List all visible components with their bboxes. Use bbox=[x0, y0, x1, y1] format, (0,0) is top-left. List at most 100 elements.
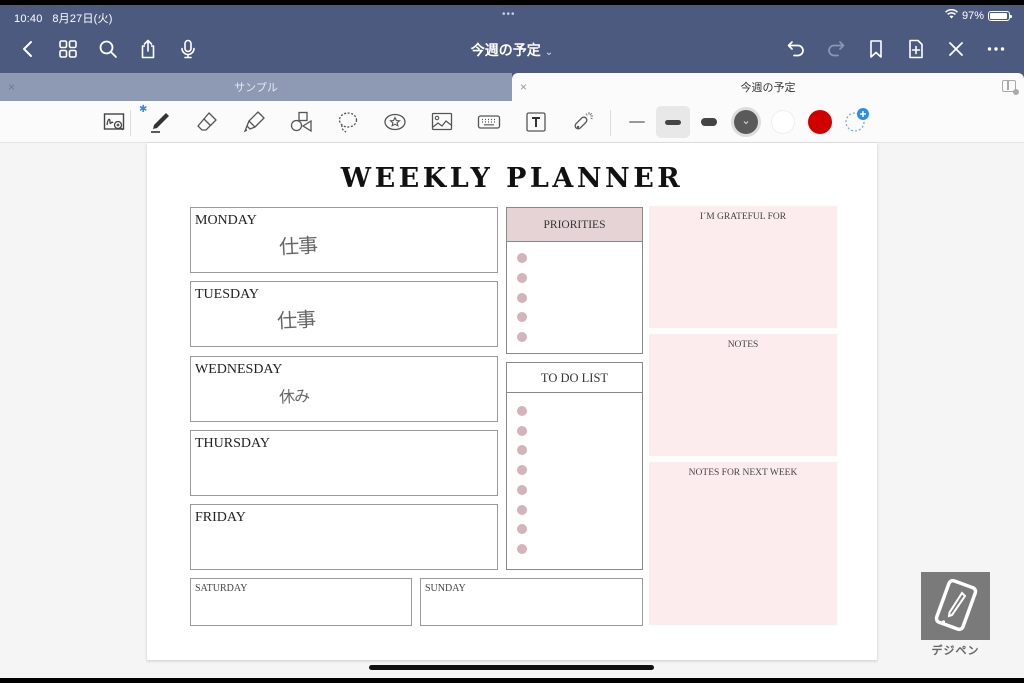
add-page-icon bbox=[909, 39, 923, 59]
tab-label: サンプル bbox=[234, 82, 278, 94]
eraser-icon bbox=[197, 112, 217, 131]
microphone-icon bbox=[181, 39, 195, 59]
search-button[interactable] bbox=[88, 35, 128, 63]
list-bullet bbox=[517, 484, 527, 495]
grid-view-button[interactable] bbox=[48, 35, 88, 63]
color-swatch-dark-gray[interactable] bbox=[734, 110, 758, 134]
day-box-sunday[interactable]: SUNDAY bbox=[420, 578, 643, 626]
keyboard-tool[interactable] bbox=[474, 107, 504, 137]
highlighter-tool[interactable] bbox=[239, 107, 269, 137]
text-tool[interactable] bbox=[521, 107, 551, 137]
medium-stroke-icon bbox=[665, 119, 681, 125]
todo-list-header: TO DO LIST bbox=[507, 363, 642, 393]
day-label: SUNDAY bbox=[425, 583, 466, 594]
close-document-button[interactable] bbox=[936, 35, 976, 63]
share-button[interactable] bbox=[128, 35, 168, 63]
keyboard-icon bbox=[477, 115, 501, 129]
day-label: MONDAY bbox=[195, 213, 257, 228]
tab-sample[interactable]: × サンプル bbox=[0, 73, 512, 101]
list-bullet bbox=[517, 253, 527, 263]
grateful-for-box[interactable]: I´M GRATEFUL FOR bbox=[649, 206, 837, 328]
grid-icon bbox=[59, 40, 77, 58]
lasso-icon bbox=[338, 112, 358, 133]
tab-label: 今週の予定 bbox=[740, 82, 796, 94]
day-box-saturday[interactable]: SATURDAY bbox=[190, 578, 412, 626]
sticker-icon bbox=[384, 113, 406, 131]
laser-pointer-tool[interactable] bbox=[568, 107, 598, 137]
home-indicator[interactable] bbox=[369, 665, 654, 670]
tab-close-icon[interactable]: × bbox=[8, 80, 15, 94]
tab-bar: × サンプル × 今週の予定 bbox=[0, 71, 1024, 101]
highlighter-icon bbox=[243, 111, 265, 133]
list-bullet bbox=[517, 406, 527, 416]
image-tool[interactable] bbox=[427, 107, 457, 137]
drawing-toolbar: ✱ bbox=[0, 101, 1024, 143]
handwritten-note: 仕事 bbox=[278, 233, 318, 259]
clock-time: 10:40 bbox=[14, 13, 43, 25]
tab-weekly-schedule[interactable]: × 今週の予定 bbox=[512, 73, 1024, 101]
shapes-tool[interactable] bbox=[286, 107, 316, 137]
wifi-icon bbox=[945, 9, 958, 22]
redo-button[interactable] bbox=[816, 35, 856, 63]
day-box-friday[interactable]: FRIDAY bbox=[190, 504, 498, 570]
document-canvas[interactable]: WEEKLY PLANNER MONDAY 仕事 TUESDAY 仕事 WEDN… bbox=[0, 143, 1024, 678]
add-color-button[interactable] bbox=[844, 108, 869, 134]
back-button[interactable] bbox=[8, 35, 48, 63]
priorities-box[interactable]: PRIORITIES bbox=[506, 207, 643, 354]
elements-tool[interactable] bbox=[380, 107, 410, 137]
list-bullet bbox=[517, 465, 527, 476]
grateful-for-label: I´M GRATEFUL FOR bbox=[699, 212, 787, 222]
zoom-window-tool[interactable] bbox=[99, 107, 129, 137]
stroke-width-medium[interactable] bbox=[656, 106, 690, 138]
list-bullet bbox=[517, 332, 527, 343]
document-title-button[interactable]: 今週の予定 ⌄ bbox=[471, 42, 553, 58]
bookmark-button[interactable] bbox=[856, 35, 896, 63]
battery-percent: 97% bbox=[961, 9, 984, 22]
more-icon bbox=[987, 47, 1005, 51]
tablet-pen-logo-icon bbox=[921, 572, 990, 640]
todo-list-box[interactable]: TO DO LIST bbox=[506, 362, 643, 570]
day-label: SATURDAY bbox=[195, 583, 248, 594]
lasso-tool[interactable] bbox=[333, 107, 363, 137]
redo-icon bbox=[828, 41, 845, 57]
chevron-down-icon: ⌄ bbox=[544, 47, 554, 58]
more-button[interactable] bbox=[976, 35, 1016, 63]
thin-stroke-icon bbox=[629, 121, 645, 123]
add-page-button[interactable] bbox=[896, 35, 936, 63]
tab-close-icon[interactable]: × bbox=[520, 80, 527, 94]
day-label: THURSDAY bbox=[195, 436, 270, 451]
day-box-thursday[interactable]: THURSDAY bbox=[190, 430, 498, 496]
day-label: WEDNESDAY bbox=[195, 362, 283, 377]
list-bullet bbox=[517, 524, 527, 535]
list-bullet bbox=[517, 292, 527, 303]
planner-page[interactable]: WEEKLY PLANNER MONDAY 仕事 TUESDAY 仕事 WEDN… bbox=[147, 143, 877, 660]
eraser-tool[interactable] bbox=[192, 107, 222, 137]
notes-box[interactable]: NOTES bbox=[649, 334, 837, 456]
day-box-wednesday[interactable]: WEDNESDAY 休み bbox=[190, 356, 498, 422]
day-label: FRIDAY bbox=[195, 510, 246, 525]
status-right: 97% bbox=[945, 9, 1012, 22]
day-box-monday[interactable]: MONDAY 仕事 bbox=[190, 207, 498, 273]
notes-next-week-label: NOTES FOR NEXT WEEK bbox=[688, 468, 798, 478]
toolbar-divider bbox=[610, 110, 611, 136]
color-swatch-white[interactable] bbox=[771, 110, 795, 134]
list-bullet bbox=[517, 425, 527, 436]
priorities-header: PRIORITIES bbox=[507, 208, 642, 242]
microphone-button[interactable] bbox=[168, 35, 208, 63]
multitasking-dots[interactable]: ••• bbox=[502, 9, 516, 20]
color-swatch-red[interactable] bbox=[808, 110, 832, 134]
stroke-width-thick[interactable] bbox=[692, 106, 726, 138]
stroke-width-thin[interactable] bbox=[620, 106, 654, 138]
pen-tool[interactable] bbox=[145, 107, 175, 137]
bottom-bezel bbox=[0, 678, 1024, 683]
watermark-logo: デジペン bbox=[921, 572, 991, 658]
list-bullet bbox=[517, 272, 527, 283]
notes-next-week-box[interactable]: NOTES FOR NEXT WEEK bbox=[649, 462, 837, 625]
image-icon bbox=[431, 112, 453, 131]
day-box-tuesday[interactable]: TUESDAY 仕事 bbox=[190, 281, 498, 347]
shapes-icon bbox=[290, 111, 312, 133]
list-bullet bbox=[517, 504, 527, 515]
split-view-icon[interactable] bbox=[1002, 80, 1019, 95]
document-title-text: 今週の予定 bbox=[470, 42, 541, 58]
undo-button[interactable] bbox=[776, 35, 816, 63]
